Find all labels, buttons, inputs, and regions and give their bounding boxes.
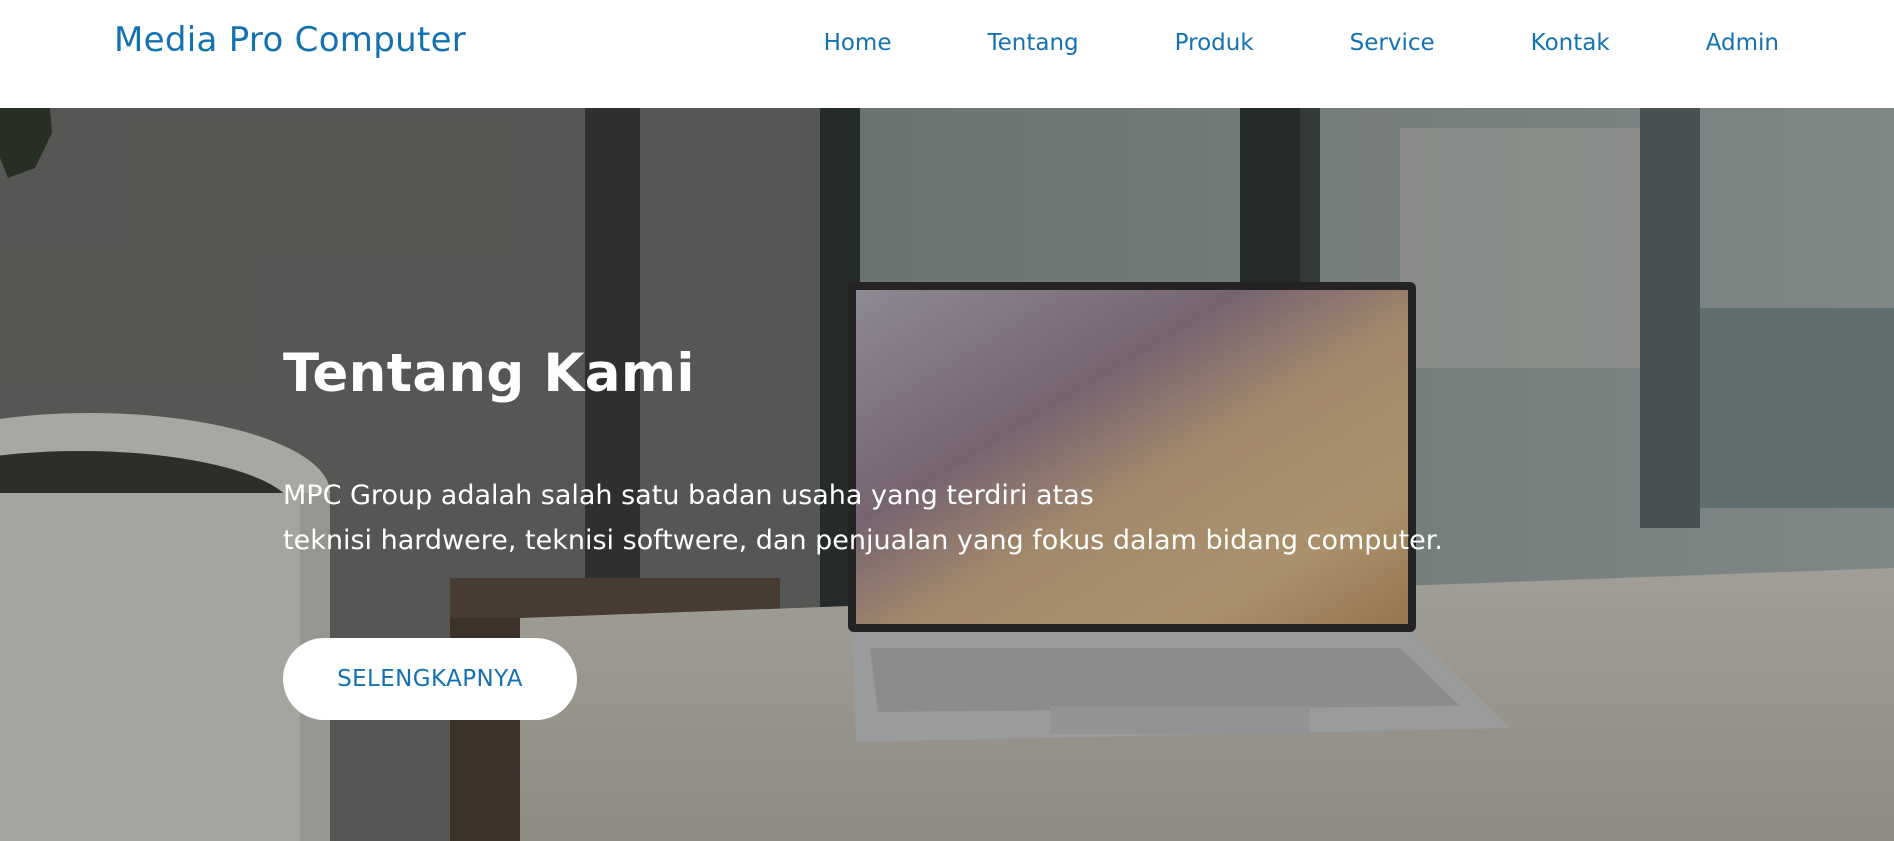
nav-link-produk[interactable]: Produk [1175,30,1254,56]
nav-item-service: Service [1350,30,1435,56]
nav-link-service[interactable]: Service [1350,30,1435,56]
nav-item-admin: Admin [1706,30,1779,56]
navbar: Media Pro Computer Home Tentang Produk S… [0,0,1894,108]
hero-description: MPC Group adalah salah satu badan usaha … [283,473,1443,563]
nav-item-tentang: Tentang [987,30,1078,56]
selengkapnya-button[interactable]: SELENGKAPNYA [283,638,577,720]
nav-menu: Home Tentang Produk Service Kontak Admin [824,30,1779,56]
nav-item-kontak: Kontak [1531,30,1610,56]
brand-logo-link[interactable]: Media Pro Computer [114,20,466,60]
nav-item-home: Home [824,30,892,56]
hero-description-line-2: teknisi hardwere, teknisi softwere, dan … [283,525,1443,556]
nav-link-admin[interactable]: Admin [1706,30,1779,56]
nav-item-produk: Produk [1175,30,1254,56]
hero-description-line-1: MPC Group adalah salah satu badan usaha … [283,480,1094,511]
nav-link-home[interactable]: Home [824,30,892,56]
hero-section: Tentang Kami MPC Group adalah salah satu… [0,108,1894,841]
nav-link-kontak[interactable]: Kontak [1531,30,1610,56]
nav-link-tentang[interactable]: Tentang [987,30,1078,56]
hero-title: Tentang Kami [283,343,695,404]
